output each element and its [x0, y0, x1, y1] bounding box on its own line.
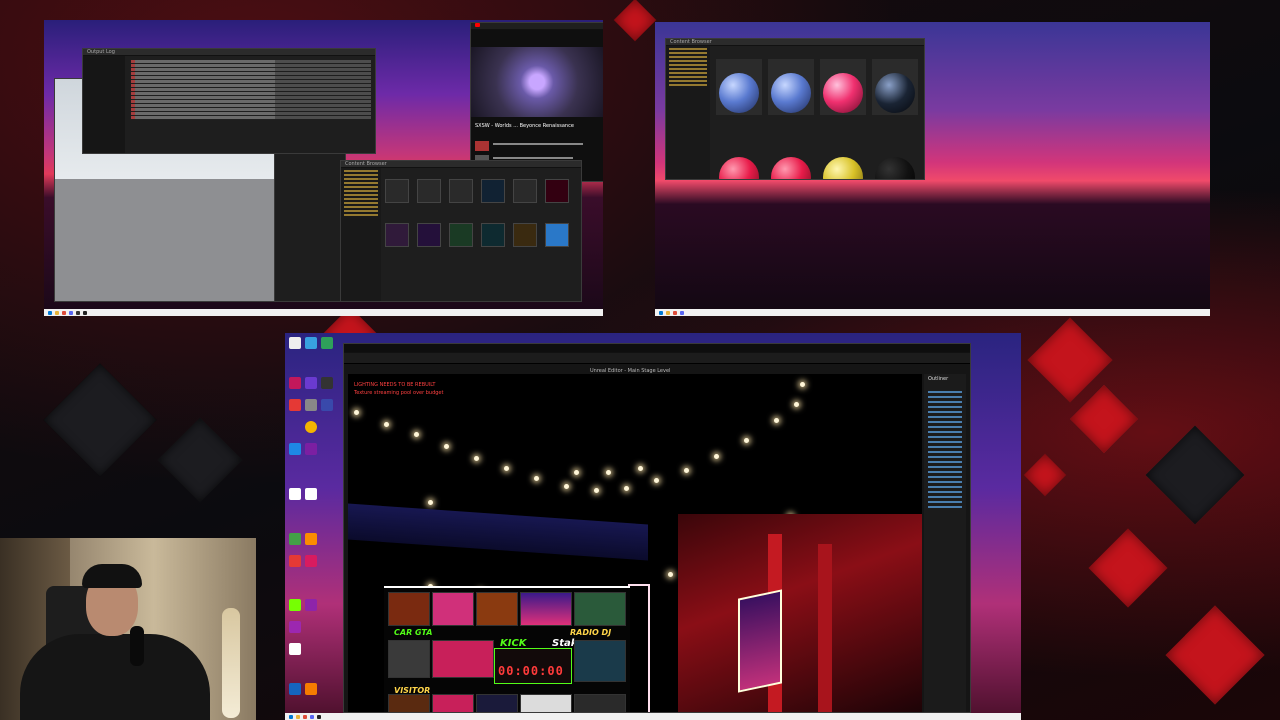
output-log-window[interactable]: Output Log: [82, 48, 376, 154]
details-panel[interactable]: [274, 150, 346, 302]
asset-thumb[interactable]: [513, 223, 537, 247]
start-icon[interactable]: [48, 310, 52, 315]
material-sphere-dark[interactable]: [875, 73, 915, 113]
desktop-icon[interactable]: [289, 643, 301, 655]
chrome-icon[interactable]: [673, 310, 677, 315]
desktop-icon[interactable]: [305, 399, 317, 411]
desktop-icon[interactable]: [289, 555, 301, 567]
editor-menubar[interactable]: [344, 344, 970, 353]
desktop-icon[interactable]: [289, 621, 301, 633]
desktop-icon[interactable]: [289, 488, 301, 500]
microphone: [130, 626, 144, 666]
asset-thumb[interactable]: [481, 179, 505, 203]
monitor-top-left: Output Log SXSW - Worlds ... Beyonce Ren…: [44, 20, 603, 316]
asset-thumb[interactable]: [417, 223, 441, 247]
video-player[interactable]: [471, 47, 603, 117]
monitor-bottom: Unreal Editor - Main Stage Level LIGHTIN…: [285, 333, 1021, 720]
material-sphere-red[interactable]: [719, 157, 759, 179]
asset-thumb[interactable]: [385, 223, 409, 247]
unreal-icon[interactable]: [317, 714, 321, 719]
material-sphere-blue[interactable]: [771, 73, 811, 113]
right-label: RADIO DJ: [570, 628, 612, 637]
youtube-window[interactable]: SXSW - Worlds ... Beyonce Renaissance: [470, 22, 603, 182]
desktop-icon[interactable]: [289, 377, 301, 389]
video-title: SXSW - Worlds ... Beyonce Renaissance: [475, 123, 574, 129]
countdown-timer: 00:00:00: [498, 664, 564, 678]
taskbar: [44, 309, 603, 316]
guitar: [222, 608, 240, 718]
desktop-icon[interactable]: [289, 533, 301, 545]
desktop-icon[interactable]: [305, 377, 317, 389]
unreal-icon[interactable]: [83, 310, 87, 315]
desktop-icon[interactable]: [321, 377, 333, 389]
left-label: CAR GTA: [394, 628, 433, 637]
asset-thumb[interactable]: [449, 179, 473, 203]
asset-thumb[interactable]: [417, 179, 441, 203]
desktop-icon[interactable]: [289, 399, 301, 411]
desktop-icon[interactable]: [305, 533, 317, 545]
material-browser-title: Content Browser: [666, 39, 924, 46]
led-wall: CAR GTA KICK Stake RADIO DJ 00:00:00 VIS…: [384, 586, 630, 712]
person-body: [20, 634, 210, 720]
start-icon[interactable]: [289, 714, 293, 719]
content-browser-title: Content Browser: [341, 161, 581, 168]
desktop-icon[interactable]: [305, 683, 317, 695]
outliner-header: Outliner: [928, 376, 949, 382]
discord-icon[interactable]: [680, 310, 684, 315]
editor-toolbar[interactable]: [344, 353, 970, 364]
discord-icon[interactable]: [310, 714, 314, 719]
desktop-icon[interactable]: [289, 443, 301, 455]
level-viewport[interactable]: LIGHTING NEEDS TO BE REBUILT Texture str…: [348, 374, 922, 712]
person-cap: [82, 564, 142, 588]
webcam-overlay: [0, 538, 256, 720]
chrome-icon[interactable]: [303, 714, 307, 719]
asset-thumb[interactable]: [449, 223, 473, 247]
youtube-icon: [475, 23, 480, 27]
output-log-title: Output Log: [83, 49, 375, 56]
desktop-icon[interactable]: [289, 683, 301, 695]
asset-thumb[interactable]: [385, 179, 409, 203]
viewport-warning: LIGHTING NEEDS TO BE REBUILT: [354, 382, 436, 388]
desktop-icon[interactable]: [305, 488, 317, 500]
chrome-icon[interactable]: [305, 421, 317, 433]
material-browser-window[interactable]: Content Browser: [665, 38, 925, 180]
asset-thumb[interactable]: [481, 223, 505, 247]
angled-led-screen: [738, 589, 782, 693]
desktop-icon[interactable]: [321, 399, 333, 411]
chrome-icon[interactable]: [62, 310, 66, 315]
desktop-icon[interactable]: [305, 599, 317, 611]
taskbar: [655, 309, 1210, 316]
obs-icon[interactable]: [76, 310, 80, 315]
discord-icon[interactable]: [69, 310, 73, 315]
asset-thumb[interactable]: [513, 179, 537, 203]
asset-thumb[interactable]: [545, 223, 569, 247]
desktop-icon[interactable]: [321, 337, 333, 349]
desktop-icon[interactable]: [305, 555, 317, 567]
material-sphere-blue[interactable]: [719, 73, 759, 113]
unreal-editor-window[interactable]: Unreal Editor - Main Stage Level LIGHTIN…: [343, 343, 971, 713]
desktop-icon[interactable]: [289, 337, 301, 349]
content-browser-window[interactable]: Content Browser: [340, 160, 582, 302]
folder-icon[interactable]: [55, 310, 59, 315]
folder-icon[interactable]: [666, 310, 670, 315]
folder-icon[interactable]: [296, 714, 300, 719]
material-sphere-black[interactable]: [875, 157, 915, 179]
material-sphere-pink[interactable]: [823, 73, 863, 113]
material-sphere-yellow[interactable]: [823, 157, 863, 179]
start-icon[interactable]: [659, 310, 663, 315]
viewport-warning: Texture streaming pool over budget: [354, 390, 444, 396]
desktop-icon[interactable]: [305, 443, 317, 455]
material-sphere-red[interactable]: [771, 157, 811, 179]
desktop-icon[interactable]: [305, 337, 317, 349]
taskbar: [285, 713, 1021, 720]
asset-thumb[interactable]: [545, 179, 569, 203]
desktop-icon[interactable]: [289, 599, 301, 611]
outliner-panel[interactable]: Outliner: [924, 374, 966, 712]
monitor-top-right: Content Browser: [655, 22, 1210, 316]
